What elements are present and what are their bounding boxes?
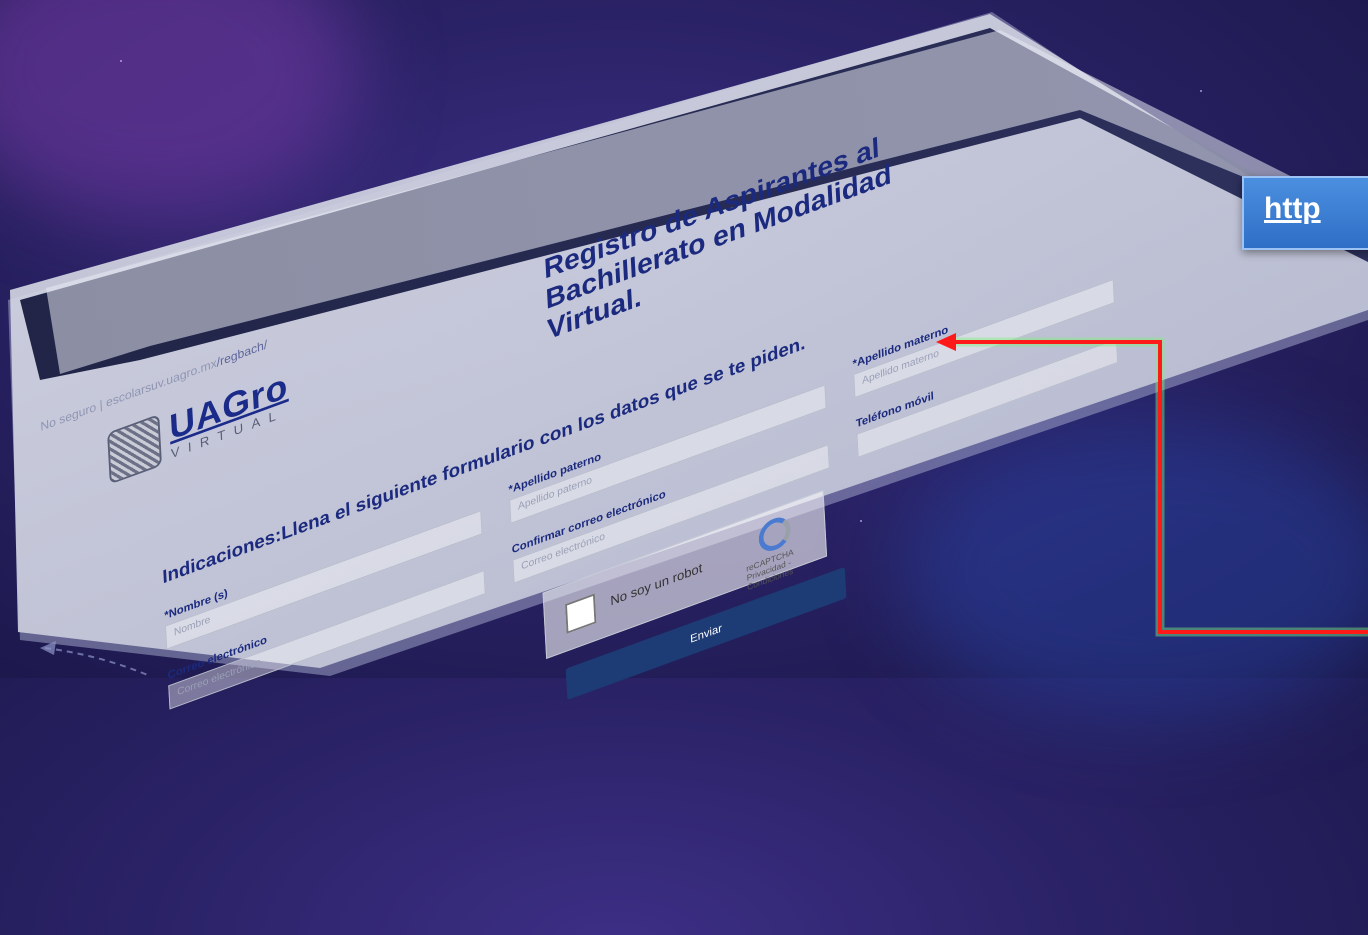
curve-arrow-icon xyxy=(40,641,56,655)
star-icon xyxy=(1200,90,1202,92)
decorative-curve xyxy=(40,641,151,677)
star-icon xyxy=(860,520,862,522)
star-icon xyxy=(300,640,302,642)
star-icon xyxy=(120,60,122,62)
